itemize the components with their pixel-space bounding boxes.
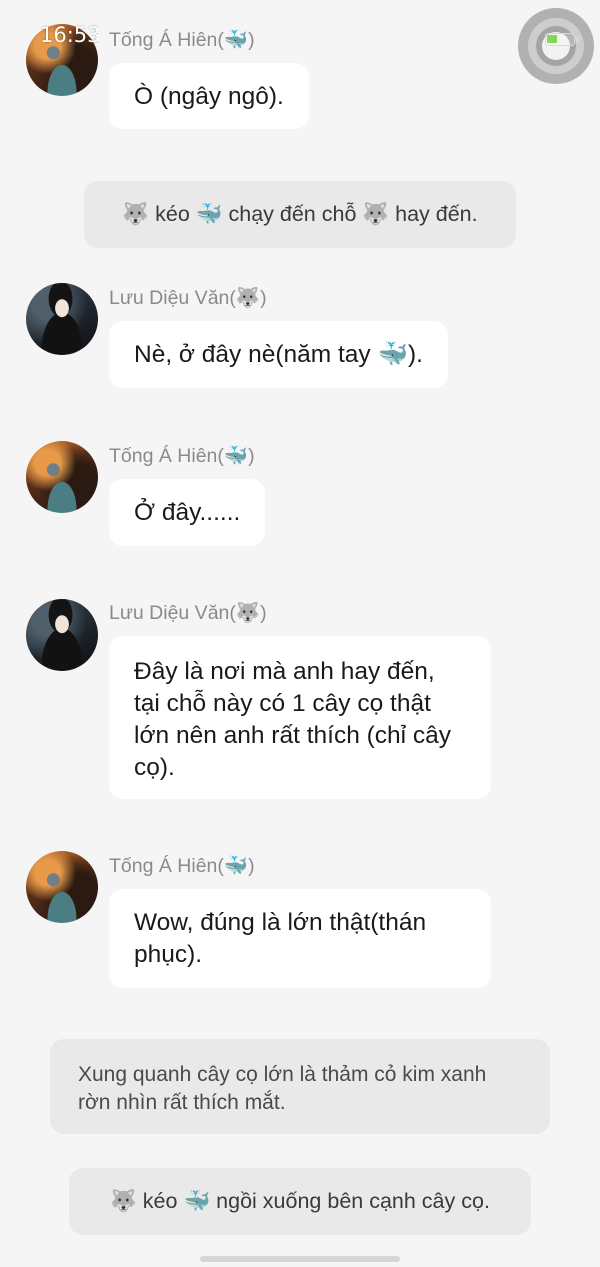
narration-box: 🐺 kéo 🐳 chạy đến chỗ 🐺 hay đến. xyxy=(84,181,516,248)
avatar-hien[interactable] xyxy=(26,441,98,513)
narration-box: Xung quanh cây cọ lớn là thảm cỏ kim xan… xyxy=(50,1039,550,1134)
message-bubble[interactable]: Ò (ngây ngô). xyxy=(109,63,309,129)
message-bubble[interactable]: Ở đây...... xyxy=(109,479,266,546)
message-bubble[interactable]: Wow, đúng là lớn thật(thán phục). xyxy=(109,889,491,988)
assistive-touch-button[interactable] xyxy=(518,8,594,84)
sender-name: Lưu Diệu Văn(🐺) xyxy=(109,602,267,624)
message-bubble[interactable]: Nè, ở đây nè(năm tay 🐳). xyxy=(109,321,448,388)
avatar-hien[interactable] xyxy=(26,851,98,923)
status-time: 16:53 xyxy=(40,23,98,47)
battery-icon xyxy=(545,33,579,46)
narration-box: 🐺 kéo 🐳 ngồi xuống bên cạnh cây cọ. xyxy=(69,1168,531,1235)
avatar-van[interactable] xyxy=(26,599,98,671)
home-indicator[interactable] xyxy=(200,1256,400,1262)
message-bubble[interactable]: Đây là nơi mà anh hay đến, tại chỗ này c… xyxy=(109,636,491,799)
avatar-van[interactable] xyxy=(26,283,98,355)
battery-fill xyxy=(547,35,557,43)
sender-name: Tống Á Hiên(🐳) xyxy=(109,445,255,467)
sender-name: Lưu Diệu Văn(🐺) xyxy=(109,287,267,309)
sender-name: Tống Á Hiên(🐳) xyxy=(109,855,255,877)
sender-name: Tống Á Hiên(🐳) xyxy=(109,29,255,51)
